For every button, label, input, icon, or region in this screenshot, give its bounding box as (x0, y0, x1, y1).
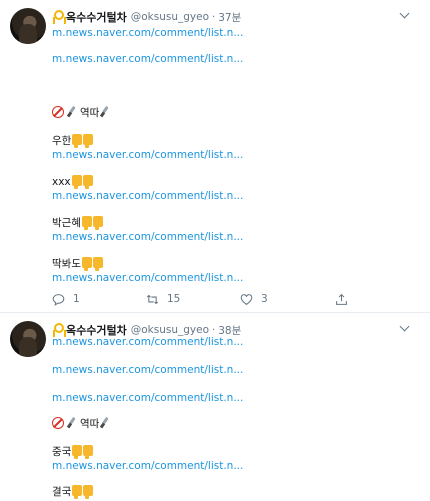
tweet-actions: 1 15 3 (52, 291, 372, 307)
like-button[interactable]: 3 (240, 291, 268, 307)
item-text: 박근혜 (52, 217, 81, 229)
item-text: 우한 (52, 135, 72, 147)
news-link[interactable]: m.news.naver.com/comment/list.n... (52, 271, 243, 285)
item-label: xxx (52, 175, 93, 189)
knife-icon (68, 417, 78, 428)
separator: · (212, 324, 216, 336)
news-link[interactable]: m.news.naver.com/comment/list.n... (52, 335, 243, 349)
banned-line: 역따 (52, 417, 113, 431)
knife-icon (101, 106, 111, 117)
like-count: 3 (261, 293, 268, 305)
thumbs-down-icon (92, 216, 103, 230)
item-label: 딱봐도 (52, 257, 103, 271)
reply-count: 1 (73, 293, 80, 305)
thumbs-down-icon (72, 134, 83, 148)
heart-icon (240, 293, 253, 305)
news-link[interactable]: m.news.naver.com/comment/list.n... (52, 52, 243, 66)
chevron-down-icon[interactable] (399, 321, 410, 332)
item-label: 박근혜 (52, 216, 103, 230)
thumbs-down-icon (72, 445, 83, 459)
banned-line: 역따 (52, 106, 113, 120)
chevron-down-icon[interactable] (399, 8, 410, 19)
separator: · (212, 11, 216, 23)
thumbs-down-icon (83, 134, 94, 148)
thumbs-down-icon (83, 445, 94, 459)
retweet-icon (146, 294, 159, 304)
avatar[interactable] (10, 321, 46, 357)
thumbs-down-icon (83, 485, 94, 499)
item-text: 딱봐도 (52, 258, 81, 270)
prohibited-icon (52, 106, 64, 118)
thumbs-down-icon (71, 175, 82, 189)
tweet[interactable]: 옥수수거털차 @oksusu_gyeo · 38분 m.news.naver.c… (0, 313, 430, 501)
retweet-button[interactable]: 15 (146, 291, 180, 307)
yellow-ribbon-icon (52, 10, 64, 24)
item-label: 결국 (52, 485, 94, 499)
news-link[interactable]: m.news.naver.com/comment/list.n... (52, 459, 243, 473)
news-link[interactable]: m.news.naver.com/comment/list.n... (52, 363, 243, 377)
news-link[interactable]: m.news.naver.com/comment/list.n... (52, 148, 243, 162)
tweet-header: 옥수수거털차 @oksusu_gyeo · 37분 (52, 9, 241, 25)
retweet-count: 15 (167, 293, 181, 305)
share-button[interactable] (335, 291, 356, 307)
knife-icon (101, 417, 111, 428)
banned-text: 역따 (80, 107, 100, 119)
news-link[interactable]: m.news.naver.com/comment/list.n... (52, 26, 243, 40)
news-link[interactable]: m.news.naver.com/comment/list.n... (52, 230, 243, 244)
prohibited-icon (52, 417, 64, 429)
thumbs-down-icon (72, 485, 83, 499)
news-link[interactable]: m.news.naver.com/comment/list.n... (52, 391, 243, 405)
thumbs-down-icon (92, 257, 103, 271)
news-link[interactable]: m.news.naver.com/comment/list.n... (52, 189, 243, 203)
avatar[interactable] (10, 8, 46, 44)
user-handle[interactable]: @oksusu_gyeo (131, 11, 209, 23)
knife-icon (68, 106, 78, 117)
item-text: 중국 (52, 446, 72, 458)
share-icon (336, 293, 347, 305)
timestamp[interactable]: 37분 (218, 10, 241, 25)
item-text: xxx (52, 176, 71, 188)
reply-button[interactable]: 1 (52, 291, 80, 307)
thumbs-down-icon (82, 175, 93, 189)
item-label: 중국 (52, 445, 94, 459)
tweet[interactable]: 옥수수거털차 @oksusu_gyeo · 37분 m.news.naver.c… (0, 0, 430, 313)
item-text: 결국 (52, 486, 72, 498)
item-label: 우한 (52, 134, 94, 148)
thumbs-down-icon (81, 216, 92, 230)
display-name[interactable]: 옥수수거털차 (66, 9, 127, 25)
reply-icon (52, 293, 65, 306)
thumbs-down-icon (81, 257, 92, 271)
banned-text: 역따 (80, 418, 100, 430)
